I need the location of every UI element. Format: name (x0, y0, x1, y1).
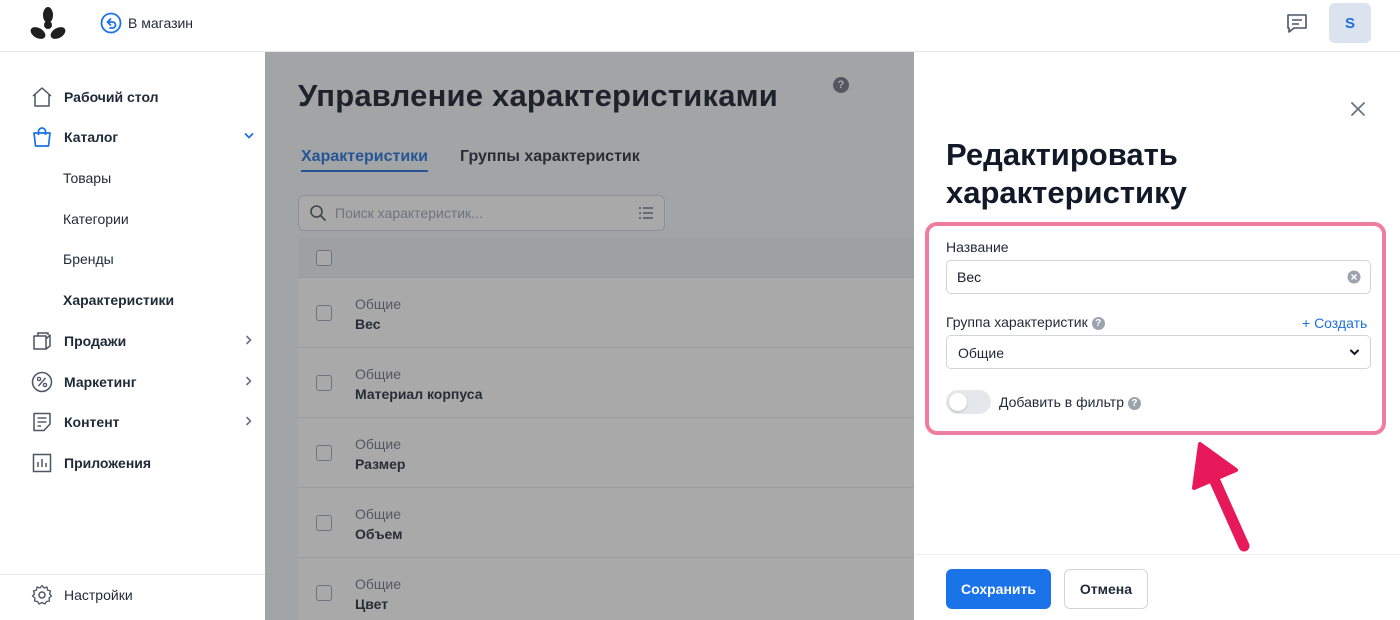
sidebar-item-label: Продажи (64, 333, 127, 349)
sidebar-item-catalog[interactable]: Каталог (30, 122, 260, 152)
chevron-right-icon (246, 416, 252, 426)
group-select[interactable]: Общие (946, 335, 1371, 369)
help-icon[interactable]: ? (1091, 317, 1105, 330)
sidebar-item-marketing[interactable]: Маркетинг (30, 367, 260, 397)
sidebar-item-sales[interactable]: Продажи (30, 326, 260, 356)
shopping-bag-icon (30, 125, 54, 149)
filter-toggle-label: Добавить в фильтр ? (999, 394, 1141, 410)
filter-toggle-text: Добавить в фильтр (999, 394, 1124, 410)
panel-footer: Сохранить Отмена (914, 554, 1400, 620)
save-button[interactable]: Сохранить (946, 569, 1051, 609)
sidebar-subitem-products[interactable]: Товары (63, 170, 111, 190)
name-label: Название (946, 239, 1009, 255)
gear-icon (30, 583, 54, 607)
edit-characteristic-panel: Редактировать характеристику Название Гр… (914, 52, 1400, 620)
sidebar-item-settings[interactable]: Настройки (30, 580, 260, 610)
clear-input-icon[interactable] (1347, 270, 1361, 284)
content-icon (30, 410, 54, 434)
group-select-value: Общие (958, 345, 1005, 361)
sidebar-subitem-brands[interactable]: Бренды (63, 251, 114, 271)
cancel-button[interactable]: Отмена (1064, 569, 1148, 609)
sidebar-divider (0, 574, 265, 575)
create-group-link[interactable]: + Создать (1302, 315, 1367, 331)
sidebar-item-label: Контент (64, 414, 120, 430)
annotation-arrow-icon (1192, 442, 1250, 552)
close-icon[interactable] (1348, 99, 1368, 119)
help-icon[interactable]: ? (1127, 397, 1141, 410)
avatar[interactable]: S (1329, 3, 1371, 43)
back-to-store-label: В магазин (128, 15, 194, 31)
sidebar-item-dashboard[interactable]: Рабочий стол (30, 82, 260, 112)
chevron-down-icon (1350, 349, 1359, 356)
sidebar-item-label: Маркетинг (64, 374, 137, 390)
sidebar-item-label: Каталог (64, 129, 119, 145)
sidebar-item-label: Настройки (64, 587, 133, 603)
panel-title: Редактировать характеристику (946, 137, 1187, 210)
top-bar: В магазин S (0, 0, 1400, 52)
chevron-right-icon (246, 335, 252, 345)
apps-chart-icon (30, 451, 54, 475)
filter-toggle[interactable] (946, 390, 991, 414)
sidebar-item-content[interactable]: Контент (30, 407, 260, 437)
back-arrow-circle-icon (100, 12, 122, 34)
name-input[interactable] (946, 260, 1371, 294)
toggle-knob (949, 393, 967, 411)
group-label: Группа характеристик ? (946, 314, 1105, 330)
group-label-text: Группа характеристик (946, 314, 1088, 330)
back-to-store-link[interactable]: В магазин (100, 12, 193, 34)
chat-icon[interactable] (1284, 10, 1310, 36)
sidebar-item-apps[interactable]: Приложения (30, 448, 260, 478)
percent-icon (30, 370, 54, 394)
chevron-right-icon (246, 376, 252, 386)
sidebar: Рабочий стол Каталог Товары Категории Бр… (0, 52, 265, 620)
modal-backdrop[interactable] (265, 52, 914, 620)
home-icon (30, 85, 54, 109)
sales-icon (30, 329, 54, 353)
chevron-down-icon (244, 133, 254, 139)
sidebar-subitem-characteristics[interactable]: Характеристики (63, 292, 174, 312)
logo-icon[interactable] (28, 6, 68, 46)
sidebar-subitem-categories[interactable]: Категории (63, 211, 129, 231)
sidebar-item-label: Приложения (64, 455, 152, 471)
sidebar-item-label: Рабочий стол (64, 89, 159, 105)
